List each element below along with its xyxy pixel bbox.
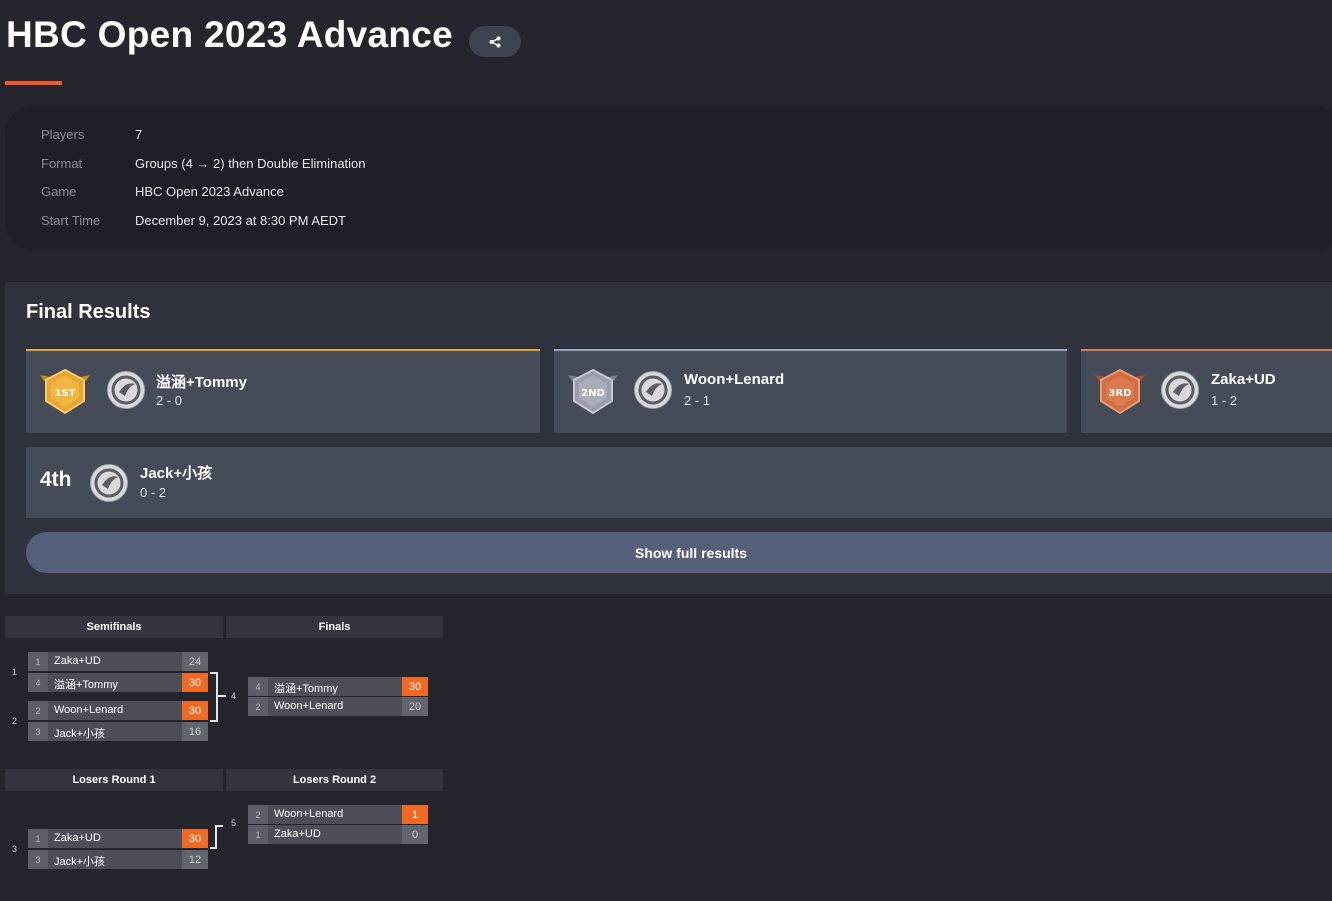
card-top-line <box>1081 349 1332 351</box>
info-value: Groups (4 → 2) then Double Elimination <box>135 156 366 171</box>
info-label: Game <box>41 184 77 199</box>
info-label: Start Time <box>41 213 101 228</box>
match-number: 1 <box>12 667 18 677</box>
player-name: Jack+小孩 <box>54 728 106 740</box>
tournament-info-panel: Players 7 Format Groups (4 → 2) then Dou… <box>5 106 1332 250</box>
show-full-results-button[interactable]: Show full results <box>26 532 1332 573</box>
page-title: HBC Open 2023 Advance <box>6 14 454 55</box>
seed: 2 <box>248 805 268 824</box>
match-row[interactable]: 2 Woon+Lenard 1 <box>248 805 428 824</box>
player-name: 溢涵+Tommy <box>274 683 338 695</box>
team-name: Jack+小孩 <box>140 465 213 482</box>
info-value: 7 <box>135 127 143 142</box>
score: 30 <box>182 673 208 692</box>
gold-medal-icon: 1ST <box>40 368 90 415</box>
bracket-connector-line <box>210 847 217 849</box>
place-label: 4th <box>40 468 72 491</box>
title-accent-bar <box>5 81 62 85</box>
fourth-place-card[interactable]: 4th Jack+小孩 0 - 2 <box>26 447 1332 518</box>
silver-medal-icon: 2ND <box>568 368 618 415</box>
match-number: 5 <box>231 818 237 828</box>
team-logo-icon <box>90 464 128 502</box>
round-header-finals: Finals <box>226 616 443 638</box>
match-number: 2 <box>12 716 18 726</box>
match-number: 3 <box>12 844 18 854</box>
medal-label: 1ST <box>55 388 76 399</box>
player-name: Woon+Lenard <box>54 704 124 716</box>
seed: 4 <box>248 677 268 696</box>
seed: 4 <box>28 673 48 692</box>
round-header-losers-round-2: Losers Round 2 <box>226 769 443 791</box>
card-top-line <box>554 349 1067 351</box>
final-results-panel: Final Results 1ST 溢涵+Tommy 2 - 0 2ND Woo… <box>5 282 1332 594</box>
team-name: 溢涵+Tommy <box>156 374 247 391</box>
score: 12 <box>182 850 208 869</box>
score: 0 <box>402 825 428 844</box>
match-row[interactable]: 4 溢涵+Tommy 30 <box>248 677 428 696</box>
match-row[interactable]: 2 Woon+Lenard 30 <box>28 701 208 720</box>
seed: 3 <box>28 850 48 869</box>
match-row[interactable]: 4 溢涵+Tommy 30 <box>28 673 208 692</box>
share-button[interactable] <box>469 26 521 57</box>
match-row[interactable]: 1 Zaka+UD 24 <box>28 652 208 671</box>
score: 30 <box>182 701 208 720</box>
podium-card-third[interactable]: 3RD Zaka+UD 1 - 2 <box>1081 349 1332 433</box>
seed: 2 <box>248 697 268 716</box>
team-record: 2 - 1 <box>684 393 711 408</box>
team-record: 0 - 2 <box>140 485 167 500</box>
info-value: December 9, 2023 at 8:30 PM AEDT <box>135 213 346 228</box>
round-header-semifinals: Semifinals <box>5 616 223 638</box>
player-name: 溢涵+Tommy <box>54 679 118 691</box>
round-header-losers-round-1: Losers Round 1 <box>5 769 223 791</box>
share-icon <box>489 36 501 47</box>
info-label: Players <box>41 127 85 142</box>
player-name: Zaka+UD <box>54 655 101 667</box>
team-record: 2 - 0 <box>156 393 183 408</box>
bracket-connector-line <box>215 825 217 849</box>
match-row[interactable]: 3 Jack+小孩 16 <box>28 722 208 741</box>
match-row[interactable]: 1 Zaka+UD 30 <box>28 829 208 848</box>
score: 1 <box>402 805 428 824</box>
card-top-line <box>26 349 540 351</box>
player-name: Jack+小孩 <box>54 856 106 868</box>
match-row[interactable]: 1 Zaka+UD 0 <box>248 825 428 844</box>
team-name: Zaka+UD <box>1211 371 1276 388</box>
score: 30 <box>402 677 428 696</box>
score: 24 <box>182 652 208 671</box>
final-results-heading: Final Results <box>26 301 151 323</box>
match-number: 4 <box>231 691 237 701</box>
player-name: Woon+Lenard <box>274 700 344 712</box>
player-name: Woon+Lenard <box>274 808 344 820</box>
info-value: HBC Open 2023 Advance <box>135 184 284 199</box>
seed: 3 <box>28 722 48 741</box>
bracket-connector-line <box>215 825 223 827</box>
team-logo-icon <box>634 371 672 409</box>
team-record: 1 - 2 <box>1211 393 1238 408</box>
medal-label: 3RD <box>1109 388 1132 399</box>
player-name: Zaka+UD <box>54 832 101 844</box>
team-name: Woon+Lenard <box>684 371 785 388</box>
score: 16 <box>182 722 208 741</box>
match-row[interactable]: 2 Woon+Lenard 20 <box>248 697 428 716</box>
score: 30 <box>182 829 208 848</box>
seed: 1 <box>28 652 48 671</box>
seed: 1 <box>28 829 48 848</box>
podium-card-first[interactable]: 1ST 溢涵+Tommy 2 - 0 <box>26 349 540 433</box>
seed: 1 <box>248 825 268 844</box>
medal-label: 2ND <box>581 388 605 399</box>
team-logo-icon <box>107 371 145 409</box>
info-label: Format <box>41 156 83 171</box>
team-logo-icon <box>1161 371 1199 409</box>
score: 20 <box>402 697 428 716</box>
seed: 2 <box>28 701 48 720</box>
bronze-medal-icon: 3RD <box>1095 368 1145 415</box>
bracket-connector-line <box>218 695 226 697</box>
podium-card-second[interactable]: 2ND Woon+Lenard 2 - 1 <box>554 349 1067 433</box>
match-row[interactable]: 3 Jack+小孩 12 <box>28 850 208 869</box>
player-name: Zaka+UD <box>274 828 321 840</box>
bracket-connector <box>210 672 218 722</box>
